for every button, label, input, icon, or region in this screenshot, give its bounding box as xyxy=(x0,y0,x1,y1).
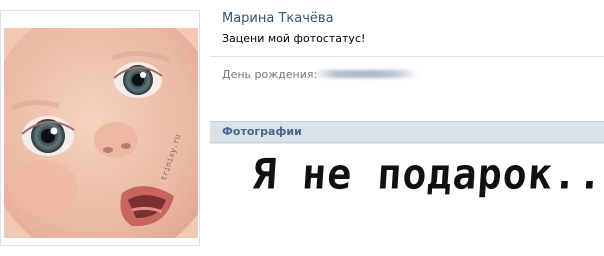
photo-strip[interactable]: Я не подарок... xyxy=(210,143,604,244)
profile-divider xyxy=(210,56,604,57)
photos-section-header: Фотографии xyxy=(210,122,604,143)
photos-section-title[interactable]: Фотографии xyxy=(222,125,302,138)
photo-status-text: Я не подарок... xyxy=(250,150,604,200)
avatar-photo[interactable] xyxy=(4,28,198,238)
status-text[interactable]: Зацени мой фотостатус! xyxy=(222,32,365,45)
profile-name[interactable]: Марина Ткачёва xyxy=(222,11,334,26)
profile-avatar[interactable]: trinixy.ru xyxy=(0,10,200,246)
baby-face-illustration xyxy=(4,28,198,238)
birthday-value-blurred xyxy=(314,70,418,78)
birthday-label: День рождения: xyxy=(222,68,318,81)
